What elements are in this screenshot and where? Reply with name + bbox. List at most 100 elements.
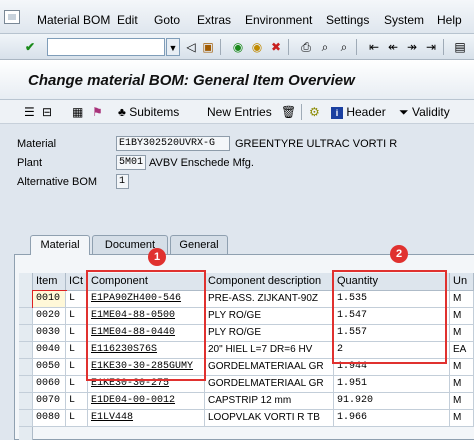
cell-item[interactable]: 0030 <box>33 325 66 342</box>
cell-quantity[interactable]: 1.951 <box>334 376 450 393</box>
cell-ict[interactable]: L <box>66 359 88 376</box>
cell-ict[interactable]: L <box>66 376 88 393</box>
row-selector[interactable] <box>19 342 33 359</box>
cell-quantity[interactable]: 1.966 <box>334 410 450 427</box>
menu-environment[interactable]: Environment <box>245 13 312 27</box>
new-entries-button[interactable]: New Entries <box>207 104 272 120</box>
exit-icon[interactable]: ◉ <box>249 39 265 55</box>
row-selector[interactable] <box>19 376 33 393</box>
tab-general[interactable]: General <box>170 235 228 254</box>
toolbar-separator <box>356 39 357 55</box>
row-selector[interactable] <box>19 410 33 427</box>
create-session-icon[interactable]: ▤ <box>452 39 468 55</box>
list-icon[interactable]: ☰ <box>24 104 35 120</box>
callout-badge-2: 2 <box>390 245 408 263</box>
cell-item[interactable]: 0040 <box>33 342 66 359</box>
menu-system[interactable]: System <box>384 13 424 27</box>
cell-component[interactable]: E1LV448 <box>88 410 205 427</box>
delete-icon[interactable]: 🗑 <box>281 104 296 120</box>
command-field[interactable] <box>47 38 165 56</box>
filter-icon: ⏷ <box>399 105 409 119</box>
cell-item[interactable]: 0020 <box>33 308 66 325</box>
cell-component[interactable]: E1DE04-00-0012 <box>88 393 205 410</box>
column-header-unit[interactable]: Un <box>450 273 474 291</box>
material-field[interactable]: E1BY302520UVRX-G <box>116 136 230 151</box>
toolbar-separator <box>288 39 289 55</box>
cell-unit[interactable]: M <box>450 410 474 427</box>
find-icon[interactable]: ⌕ <box>317 39 333 55</box>
cell-ict[interactable]: L <box>66 308 88 325</box>
cell-item[interactable]: 0050 <box>33 359 66 376</box>
cell-component-description[interactable]: PRE-ASS. ZIJKANT-90Z <box>205 291 334 308</box>
menu-help[interactable]: Help <box>437 13 462 27</box>
row-selector[interactable] <box>19 291 33 308</box>
cell-item[interactable]: 0060 <box>33 376 66 393</box>
menu-edit[interactable]: Edit <box>117 13 138 27</box>
cell-unit[interactable]: M <box>450 308 474 325</box>
where-used-icon[interactable]: ⚙ <box>309 104 320 120</box>
check-icon[interactable]: ✔ <box>22 39 38 55</box>
cell-component-description[interactable]: LOOPVLAK VORTI R TB <box>205 410 334 427</box>
plant-field[interactable]: 5M01 <box>116 155 146 170</box>
save-icon[interactable]: ▣ <box>200 39 216 55</box>
column-header-ict[interactable]: ICt <box>66 273 88 291</box>
cell-component-description[interactable]: GORDELMATERIAAL GR <box>205 359 334 376</box>
prev-page-icon[interactable]: ↞ <box>385 39 401 55</box>
validity-button[interactable]: ⏷ Validity <box>399 104 450 120</box>
header-button[interactable]: i Header <box>331 104 386 120</box>
layout-icon[interactable]: ⊟ <box>42 104 52 120</box>
cell-unit[interactable]: M <box>450 359 474 376</box>
back-arrow-icon[interactable]: ◁ <box>183 39 199 55</box>
cell-component-description[interactable]: GORDELMATERIAAL GR <box>205 376 334 393</box>
callout-badge-1: 1 <box>148 248 166 266</box>
find-next-icon[interactable]: ⌕ <box>336 39 352 55</box>
cell-item[interactable]: 0070 <box>33 393 66 410</box>
header-info-icon: i <box>331 107 343 119</box>
cell-component-description[interactable]: 20" HIEL L=7 DR=6 HV <box>205 342 334 359</box>
menu-settings[interactable]: Settings <box>326 13 369 27</box>
cell-component-description[interactable]: CAPSTRIP 12 mm <box>205 393 334 410</box>
command-dropdown-icon[interactable]: ▼ <box>166 38 180 56</box>
cell-ict[interactable]: L <box>66 410 88 427</box>
row-selector[interactable] <box>19 359 33 376</box>
page-title: Change material BOM: General Item Overvi… <box>28 72 355 89</box>
cell-unit[interactable]: EA <box>450 342 474 359</box>
tab-material[interactable]: Material <box>30 235 90 255</box>
cell-ict[interactable]: L <box>66 325 88 342</box>
menu-extras[interactable]: Extras <box>197 13 231 27</box>
validity-label: Validity <box>411 105 450 119</box>
application-toolbar: ☰ ⊟ ▦ ⚑ ♣ Subitems New Entries 🗑 ⚙ i Hea… <box>0 100 474 124</box>
component-highlight-box <box>86 270 206 381</box>
cell-item[interactable]: 0010 <box>32 290 67 309</box>
cell-ict[interactable]: L <box>66 291 88 308</box>
window-menu-icon[interactable] <box>4 10 20 24</box>
next-page-icon[interactable]: ↠ <box>404 39 420 55</box>
cancel-icon[interactable]: ✖ <box>268 39 284 55</box>
back-icon[interactable]: ◉ <box>230 39 246 55</box>
row-selector[interactable] <box>19 325 33 342</box>
cell-quantity[interactable]: 91.920 <box>334 393 450 410</box>
row-selector[interactable] <box>19 308 33 325</box>
cell-ict[interactable]: L <box>66 342 88 359</box>
column-header-item[interactable]: Item <box>33 273 66 291</box>
cell-item[interactable]: 0080 <box>33 410 66 427</box>
column-header-component-description[interactable]: Component description <box>205 273 334 291</box>
cell-ict[interactable]: L <box>66 393 88 410</box>
cell-component-description[interactable]: PLY RO/GE <box>205 325 334 342</box>
alternative-bom-label: Alternative BOM <box>17 176 98 188</box>
item-icon[interactable]: ⚑ <box>92 104 103 120</box>
menu-material-bom[interactable]: Material BOM <box>37 13 110 27</box>
cell-component-description[interactable]: PLY RO/GE <box>205 308 334 325</box>
detail-icon[interactable]: ▦ <box>72 104 83 120</box>
cell-unit[interactable]: M <box>450 393 474 410</box>
first-page-icon[interactable]: ⇤ <box>366 39 382 55</box>
last-page-icon[interactable]: ⇥ <box>423 39 439 55</box>
cell-unit[interactable]: M <box>450 325 474 342</box>
cell-unit[interactable]: M <box>450 376 474 393</box>
print-icon[interactable]: ⎙ <box>298 39 314 55</box>
row-selector[interactable] <box>19 393 33 410</box>
subitems-button[interactable]: ♣ Subitems <box>118 104 179 120</box>
cell-unit[interactable]: M <box>450 291 474 308</box>
menu-goto[interactable]: Goto <box>154 13 180 27</box>
alternative-bom-field[interactable]: 1 <box>116 174 129 189</box>
